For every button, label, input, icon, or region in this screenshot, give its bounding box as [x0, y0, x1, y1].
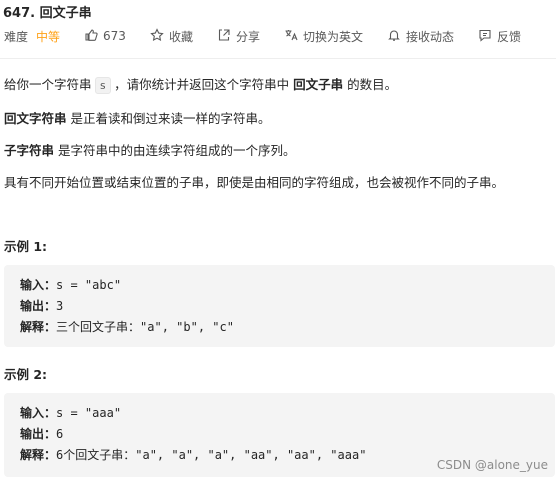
- problem-title: 647. 回文子串: [3, 6, 92, 21]
- favorite-label: 收藏: [168, 29, 193, 44]
- share-icon: [217, 28, 231, 45]
- example-2-explanation: 解释：6个回文子串："a", "a", "a", "aa", "aa", "aa…: [20, 448, 367, 462]
- star-icon: [150, 27, 164, 45]
- notify-label: 接收动态: [405, 29, 454, 44]
- bell-icon: [387, 28, 401, 45]
- inline-code: s: [94, 77, 112, 94]
- example-2-input: 输入：s = "aaa": [20, 406, 122, 420]
- thumbs-up-icon: [84, 28, 98, 45]
- favorite-button[interactable]: 收藏: [150, 27, 193, 45]
- example-1-input: 输入：s = "abc": [20, 278, 122, 292]
- share-label: 分享: [235, 29, 260, 44]
- difficulty-label: 难度: [4, 29, 29, 44]
- example-2-title: 示例 2:: [4, 367, 48, 382]
- problem-meta-bar: 难度 中等 673 收藏 分享 切换为英文 接收动态 反馈: [4, 26, 521, 46]
- example-1-explanation: 解释：三个回文子串："a", "b", "c": [20, 320, 234, 334]
- example-2-output: 输出：6: [20, 427, 64, 441]
- description-paragraph-2: 回文字符串 是正着读和倒过来读一样的字符串。: [4, 111, 271, 126]
- translate-icon: [284, 28, 298, 45]
- like-count: 673: [103, 29, 126, 43]
- notify-button[interactable]: 接收动态: [387, 28, 454, 45]
- description-paragraph-1: 给你一个字符串 s ，请你统计并返回这个字符串中 回文子串 的数目。: [4, 77, 398, 94]
- difficulty-value: 中等: [36, 29, 61, 44]
- feedback-label: 反馈: [497, 29, 522, 44]
- watermark: CSDN @alone_yue: [436, 458, 548, 472]
- feedback-button[interactable]: 反馈: [478, 28, 521, 45]
- share-button[interactable]: 分享: [217, 28, 260, 45]
- example-1-output: 输出：3: [20, 299, 64, 313]
- example-1-title: 示例 1:: [4, 239, 48, 254]
- switch-language-label: 切换为英文: [302, 29, 363, 44]
- description-paragraph-3: 子字符串 是字符串中的由连续字符组成的一个序列。: [4, 143, 296, 158]
- description-paragraph-4: 具有不同开始位置或结束位置的子串，即使是由相同的字符组成，也会被视作不同的子串。: [4, 175, 505, 190]
- switch-language-button[interactable]: 切换为英文: [284, 28, 363, 45]
- divider: [0, 58, 556, 59]
- like-button[interactable]: 673: [84, 28, 126, 45]
- feedback-icon: [478, 28, 492, 45]
- example-1-block: 输入：s = "abc" 输出：3 解释：三个回文子串："a", "b", "c…: [4, 265, 555, 347]
